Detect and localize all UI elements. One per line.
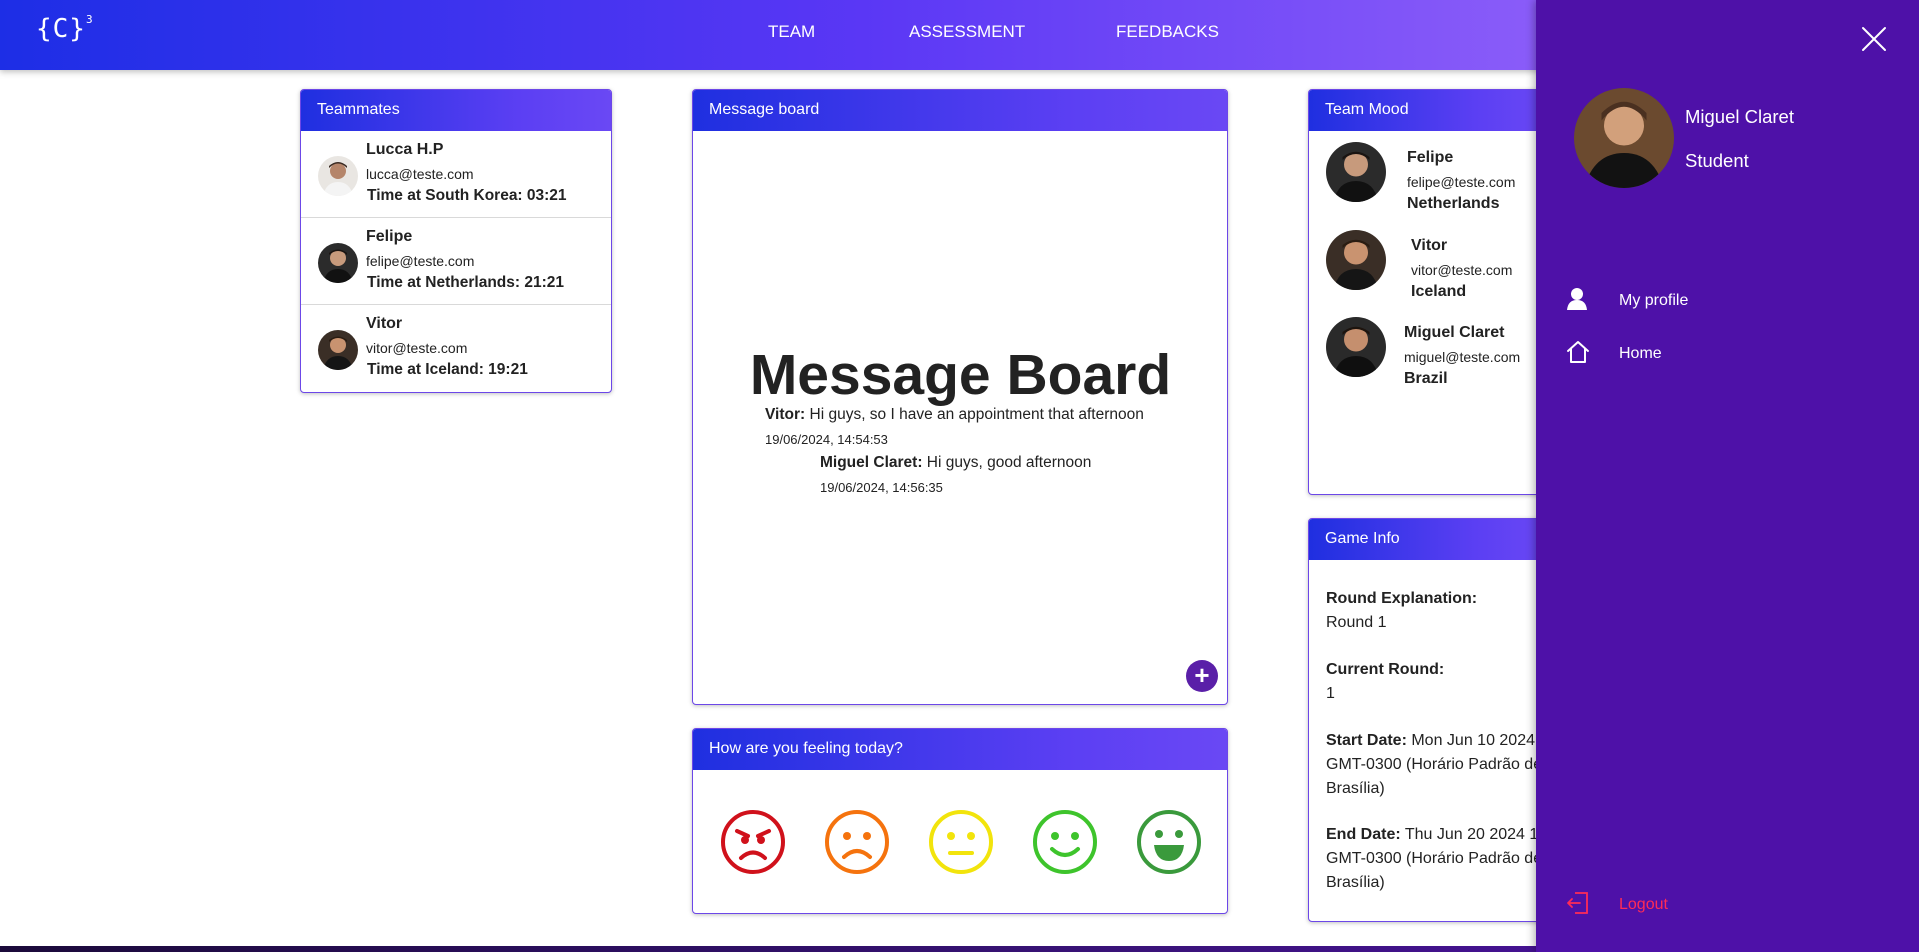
mood-member-country: Iceland xyxy=(1411,283,1467,300)
drawer-item-home[interactable]: Home xyxy=(1566,339,1716,369)
user-icon xyxy=(1567,288,1587,310)
teammate-row: Vitor vitor@teste.com Time at Iceland: 1… xyxy=(301,305,611,392)
mood-member-country: Netherlands xyxy=(1407,195,1500,212)
logout-icon xyxy=(1567,892,1588,914)
current-round-label: Current Round: xyxy=(1326,661,1445,678)
start-date-label: Start Date: xyxy=(1326,732,1407,749)
team-mood-title: Team Mood xyxy=(1309,90,1547,131)
teammate-local-time: Time at Iceland: 19:21 xyxy=(367,361,528,378)
mood-member-email: vitor@teste.com xyxy=(1411,262,1513,278)
message-date: 19/06/2024, 14:54:53 xyxy=(765,432,888,447)
game-info-title: Game Info xyxy=(1309,519,1547,560)
round-explanation-value: Round 1 xyxy=(1326,614,1387,631)
message-body: Hi guys, good afternoon xyxy=(922,454,1092,471)
teammate-name: Felipe xyxy=(366,228,413,245)
team-mood-card: Team Mood Felipe felipe@teste.com Nether… xyxy=(1308,89,1548,495)
mood-member: Felipe felipe@teste.com Netherlands xyxy=(1309,142,1547,230)
message-text: Miguel Claret: Hi guys, good afternoon xyxy=(820,454,1091,472)
teammate-email: felipe@teste.com xyxy=(366,253,475,269)
message-body: Hi guys, so I have an appointment that a… xyxy=(805,406,1144,423)
drawer-item-my-profile[interactable]: My profile xyxy=(1566,286,1716,316)
avatar xyxy=(318,156,358,196)
mood-member: Miguel Claret miguel@teste.com Brazil xyxy=(1309,317,1547,405)
teammate-local-time: Time at South Korea: 03:21 xyxy=(367,187,567,204)
teammates-title: Teammates xyxy=(301,90,611,131)
avatar xyxy=(1326,230,1386,290)
mood-member-email: miguel@teste.com xyxy=(1404,349,1521,365)
app-logo[interactable]: {C}3 xyxy=(36,13,94,44)
angry-face-icon[interactable] xyxy=(720,809,786,875)
end-date-line3: Brasília) xyxy=(1326,874,1385,891)
avatar xyxy=(1326,142,1386,202)
drawer-item-label: Home xyxy=(1619,345,1662,362)
message-author: Vitor: xyxy=(765,406,806,423)
end-date-value: Thu Jun 20 2024 1 xyxy=(1400,826,1539,843)
feeling-card: How are you feeling today? xyxy=(692,728,1228,914)
add-message-button[interactable]: + xyxy=(1186,660,1218,692)
nav-feedbacks[interactable]: FEEDBACKS xyxy=(1116,22,1219,42)
message-board-title: Message board xyxy=(693,90,1227,131)
teammate-row: Felipe felipe@teste.com Time at Netherla… xyxy=(301,218,611,305)
home-icon xyxy=(1567,341,1589,363)
logout-button[interactable]: Logout xyxy=(1566,890,1716,920)
mood-member-country: Brazil xyxy=(1404,370,1448,387)
logo-superscript: 3 xyxy=(85,13,94,27)
end-date-line: End Date: Thu Jun 20 2024 1 xyxy=(1326,826,1538,844)
round-explanation-label: Round Explanation: xyxy=(1326,590,1478,607)
logout-label: Logout xyxy=(1619,896,1668,913)
teammate-name: Lucca H.P xyxy=(366,141,444,158)
end-date-label: End Date: xyxy=(1326,826,1401,843)
end-date-line2: GMT-0300 (Horário Padrão de xyxy=(1326,850,1543,867)
start-date-line2: GMT-0300 (Horário Padrão de xyxy=(1326,756,1543,773)
user-avatar xyxy=(1574,88,1674,188)
close-icon[interactable] xyxy=(1860,25,1888,53)
message-text: Vitor: Hi guys, so I have an appointment… xyxy=(765,406,1144,424)
neutral-face-icon[interactable] xyxy=(928,809,994,875)
mood-member-email: felipe@teste.com xyxy=(1407,174,1516,190)
message-date: 19/06/2024, 14:56:35 xyxy=(820,480,943,495)
game-info-card: Game Info Round Explanation: Round 1 Cur… xyxy=(1308,518,1548,922)
avatar xyxy=(318,243,358,283)
mood-member-name: Felipe xyxy=(1407,149,1454,166)
message-board-heading: Message Board xyxy=(749,343,1172,407)
mood-member: Vitor vitor@teste.com Iceland xyxy=(1309,230,1547,318)
message-board-card: Message board Message Board Vitor: Hi gu… xyxy=(692,89,1228,705)
logo-text: {C} xyxy=(36,14,86,44)
avatar xyxy=(318,330,358,370)
mood-member-name: Miguel Claret xyxy=(1404,324,1505,341)
feeling-title: How are you feeling today? xyxy=(693,729,1227,770)
sad-face-icon[interactable] xyxy=(824,809,890,875)
current-round-value: 1 xyxy=(1326,685,1335,702)
nav-team[interactable]: TEAM xyxy=(768,22,815,42)
start-date-line: Start Date: Mon Jun 10 2024 xyxy=(1326,732,1535,750)
teammate-local-time: Time at Netherlands: 21:21 xyxy=(367,274,564,291)
drawer-item-label: My profile xyxy=(1619,292,1689,309)
teammates-card: Teammates Lucca H.P lucca@teste.com Time… xyxy=(300,89,612,393)
teammate-email: vitor@teste.com xyxy=(366,340,468,356)
user-drawer: Miguel Claret Student My profile Home Lo… xyxy=(1536,0,1919,952)
teammate-name: Vitor xyxy=(366,315,403,332)
drawer-user-role: Student xyxy=(1685,150,1749,171)
start-date-line3: Brasília) xyxy=(1326,780,1385,797)
mood-selector xyxy=(693,809,1227,879)
mood-member-name: Vitor xyxy=(1411,237,1448,254)
smile-face-icon[interactable] xyxy=(1032,809,1098,875)
happy-face-icon[interactable] xyxy=(1136,809,1202,875)
teammate-row: Lucca H.P lucca@teste.com Time at South … xyxy=(301,131,611,218)
nav-assessment[interactable]: ASSESSMENT xyxy=(909,22,1025,42)
start-date-value: Mon Jun 10 2024 xyxy=(1406,732,1535,749)
message-author: Miguel Claret: xyxy=(820,454,923,471)
teammate-email: lucca@teste.com xyxy=(366,166,474,182)
avatar xyxy=(1326,317,1386,377)
drawer-user-name: Miguel Claret xyxy=(1685,106,1794,127)
